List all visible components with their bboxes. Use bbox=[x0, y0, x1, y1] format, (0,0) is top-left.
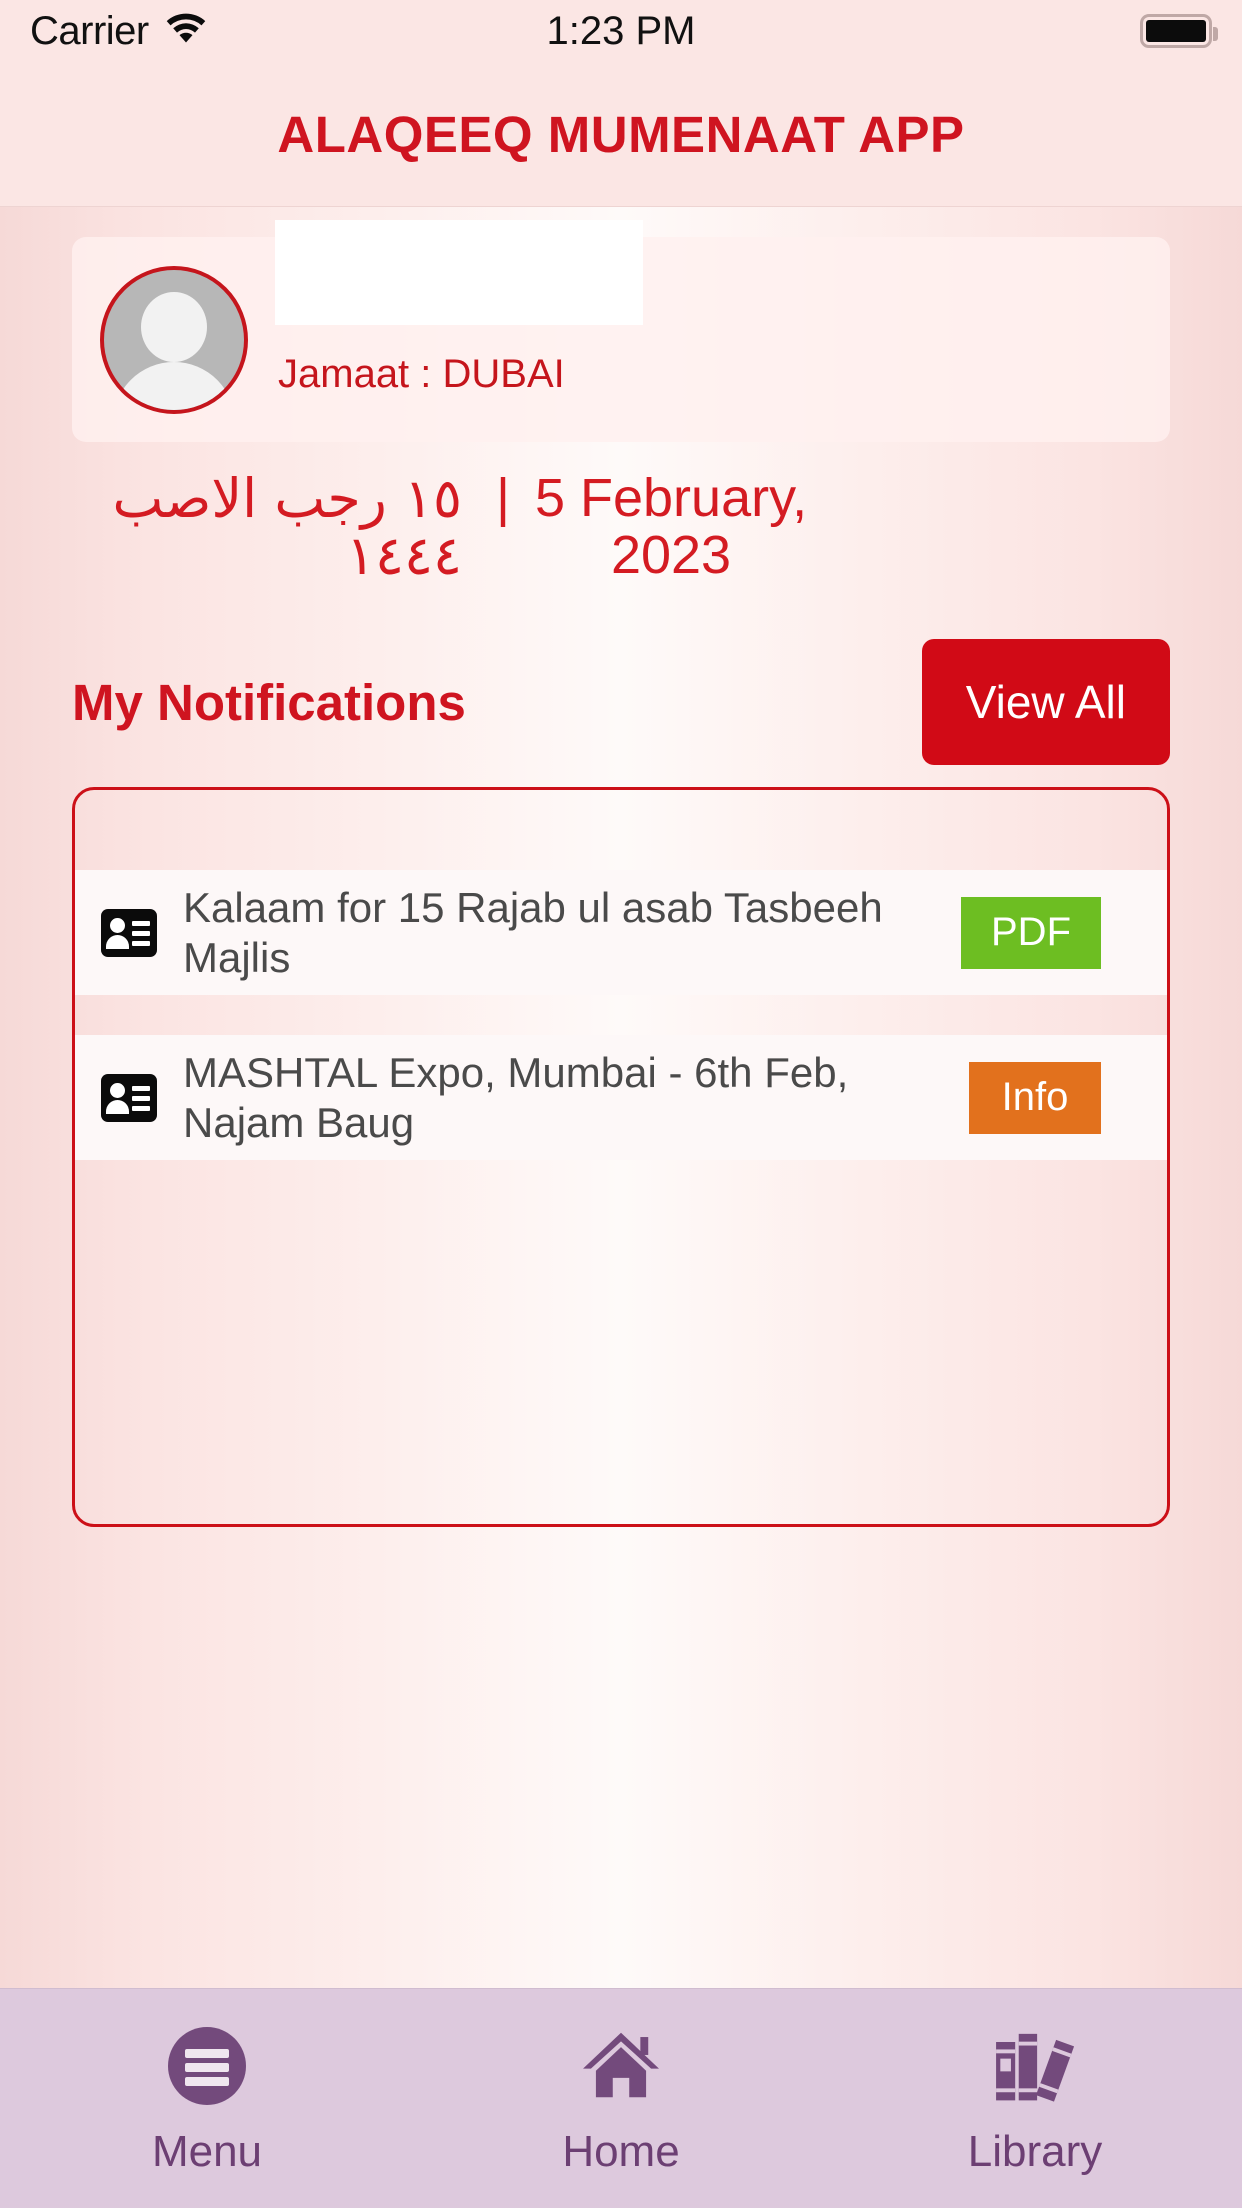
pdf-badge-button[interactable]: PDF bbox=[961, 896, 1101, 969]
tab-library[interactable]: Library bbox=[828, 1989, 1242, 2208]
battery-full-icon bbox=[1140, 14, 1218, 48]
view-all-button[interactable]: View All bbox=[921, 639, 1170, 766]
notification-text: Kalaam for 15 Rajab ul asab Tasbeeh Majl… bbox=[183, 884, 883, 981]
status-bar-clock: 1:23 PM bbox=[546, 8, 696, 53]
list-top-spacer bbox=[75, 790, 1167, 870]
app-screen: Carrier 1:23 PM ALAQEEQ MUMENAAT APP Jam… bbox=[0, 0, 1242, 2208]
profile-card[interactable]: Jamaat : DUBAI bbox=[72, 220, 1170, 442]
notifications-header: My Notifications View All bbox=[72, 639, 1170, 766]
hamburger-menu-icon bbox=[168, 2021, 246, 2105]
list-row-gap bbox=[75, 995, 1167, 1035]
date-separator: | bbox=[496, 468, 511, 528]
hijri-date: ١٥ رجب الاصب ١٤٤٤ bbox=[112, 467, 462, 588]
contact-card-icon bbox=[101, 1073, 157, 1122]
jamaat-label: Jamaat : DUBAI bbox=[278, 352, 565, 396]
notifications-list: Kalaam for 15 Rajab ul asab Tasbeeh Majl… bbox=[72, 787, 1170, 1528]
main-content: Jamaat : DUBAI ١٥ رجب الاصب ١٤٤٤ | 5 Feb… bbox=[0, 207, 1242, 1988]
profile-text-block: Jamaat : DUBAI bbox=[275, 220, 1170, 397]
tab-label-menu: Menu bbox=[151, 2126, 263, 2176]
home-icon bbox=[578, 2021, 664, 2105]
tab-label-home: Home bbox=[562, 2126, 680, 2176]
list-item[interactable]: MASHTAL Expo, Mumbai - 6th Feb, Najam Ba… bbox=[75, 1035, 1167, 1161]
status-bar-right bbox=[1140, 14, 1218, 48]
tab-label-library: Library bbox=[967, 2126, 1103, 2176]
date-row: ١٥ رجب الاصب ١٤٤٤ | 5 February, 2023 bbox=[72, 467, 1170, 588]
tab-menu[interactable]: Menu bbox=[0, 1989, 414, 2208]
contact-card-icon bbox=[101, 908, 157, 957]
status-bar: Carrier 1:23 PM bbox=[0, 0, 1242, 62]
info-badge-button[interactable]: Info bbox=[969, 1061, 1101, 1134]
app-header: ALAQEEQ MUMENAAT APP bbox=[0, 62, 1242, 207]
list-item[interactable]: Kalaam for 15 Rajab ul asab Tasbeeh Majl… bbox=[75, 870, 1167, 996]
tab-home[interactable]: Home bbox=[414, 1989, 828, 2208]
gregorian-date: 5 February, 2023 bbox=[534, 468, 808, 586]
redacted-name-overlay bbox=[275, 220, 643, 325]
page-title: ALAQEEQ MUMENAAT APP bbox=[277, 105, 965, 163]
notification-text: MASHTAL Expo, Mumbai - 6th Feb, Najam Ba… bbox=[183, 1049, 849, 1146]
books-library-icon bbox=[989, 2021, 1081, 2105]
notifications-title: My Notifications bbox=[72, 673, 466, 731]
bottom-tab-bar: Menu Home Library bbox=[0, 1988, 1242, 2208]
person-avatar-icon bbox=[100, 265, 248, 414]
